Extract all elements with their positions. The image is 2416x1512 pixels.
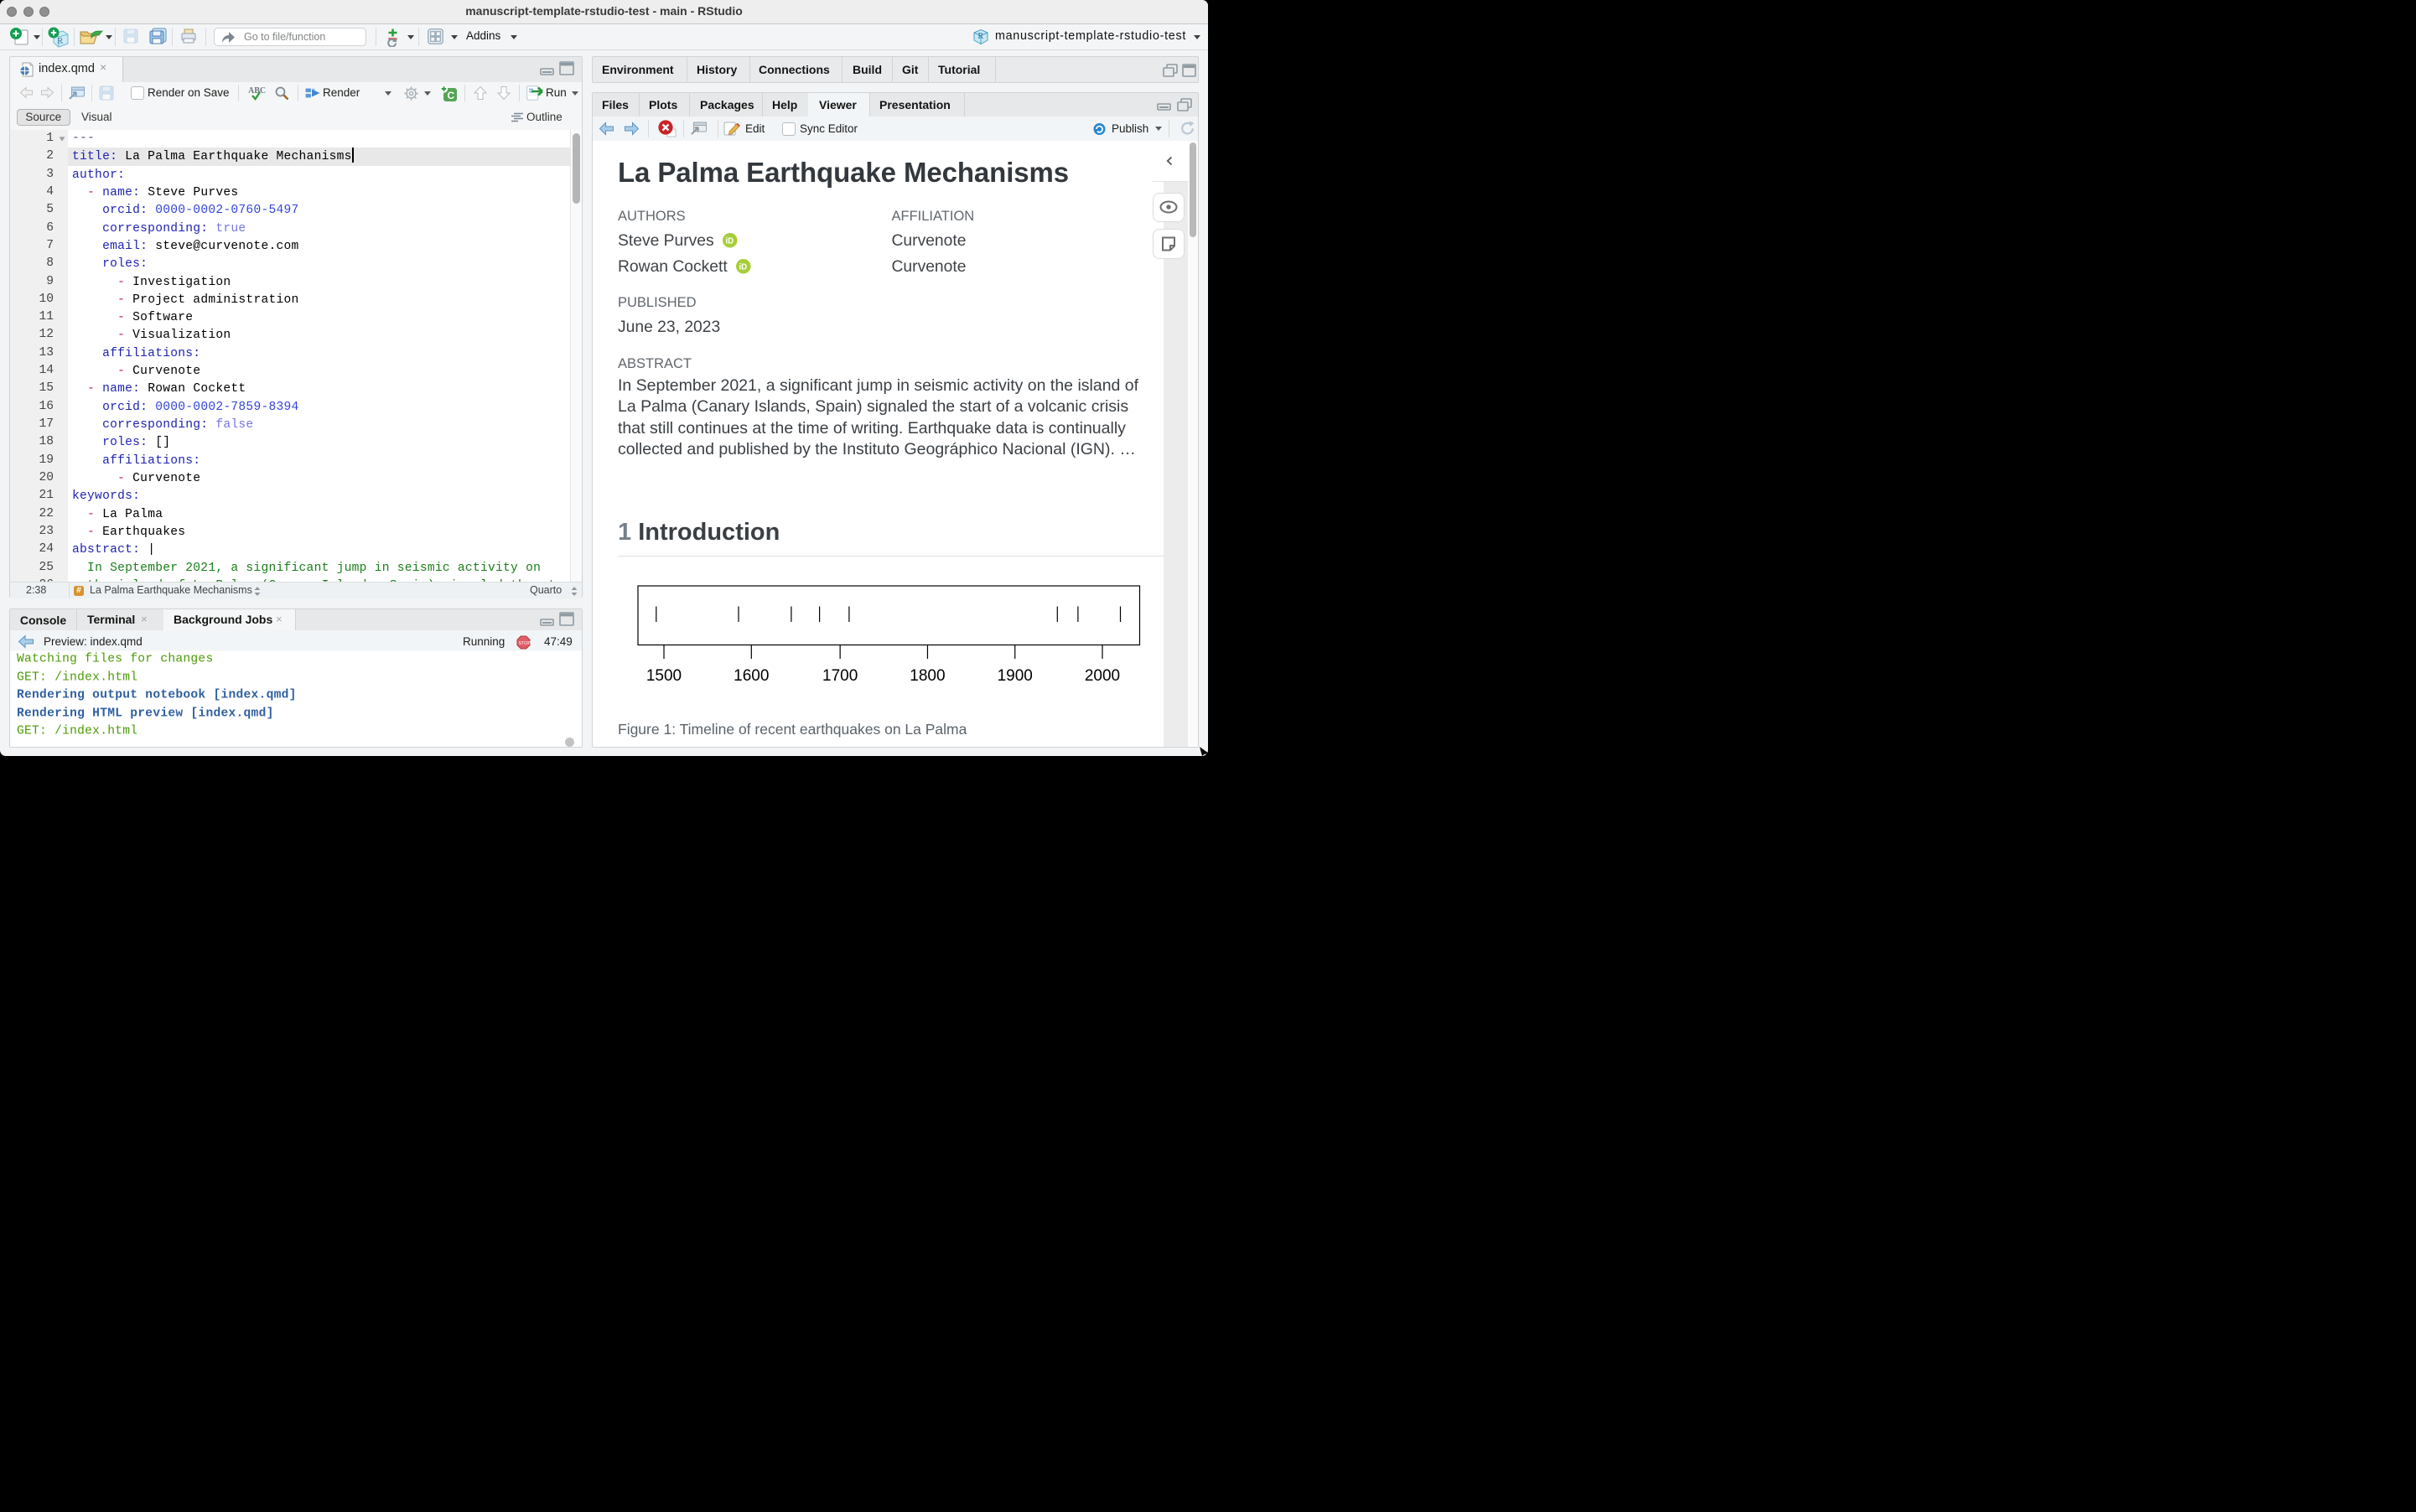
- svg-text:iD: iD: [726, 237, 734, 246]
- svg-text:ABC: ABC: [248, 86, 266, 96]
- svg-text:R: R: [57, 36, 64, 46]
- svg-text:1600: 1600: [734, 667, 769, 685]
- svg-text:1800: 1800: [910, 667, 945, 685]
- svg-text:1900: 1900: [998, 667, 1033, 685]
- svg-text:R: R: [978, 32, 984, 41]
- svg-text:STOP: STOP: [518, 640, 531, 645]
- svg-text:C: C: [448, 90, 455, 101]
- svg-text:1700: 1700: [822, 667, 858, 685]
- svg-text:1500: 1500: [646, 667, 682, 685]
- svg-text:2000: 2000: [1085, 667, 1120, 685]
- svg-text:iD: iD: [739, 263, 748, 272]
